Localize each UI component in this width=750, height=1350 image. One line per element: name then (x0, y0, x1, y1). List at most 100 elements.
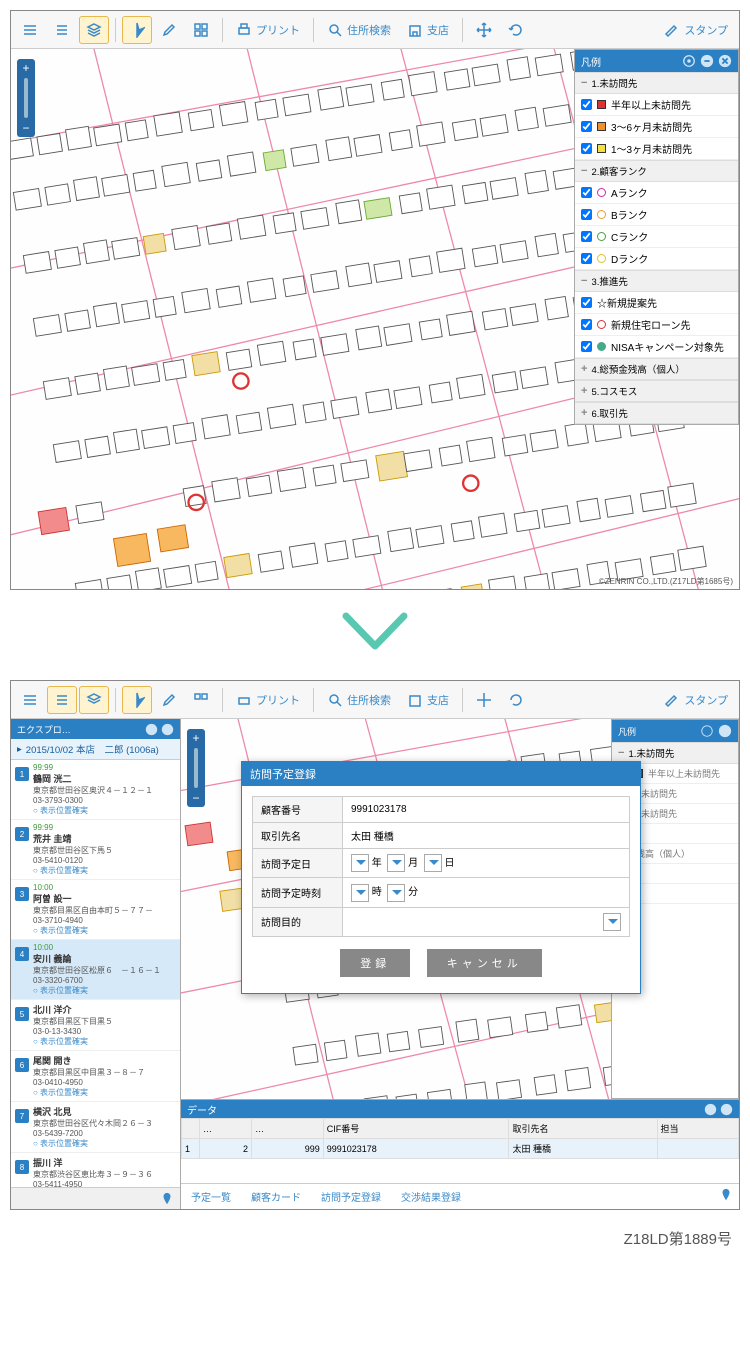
close-icon[interactable] (718, 54, 732, 68)
legend-check[interactable] (581, 143, 592, 154)
refresh-icon[interactable] (501, 686, 531, 714)
list-item[interactable]: 6尾関 開き東京都目黒区中目黒３－８－７03-0410-4950○ 表示位置確実 (11, 1051, 180, 1102)
layers-icon[interactable] (79, 16, 109, 44)
gear-icon[interactable] (682, 54, 696, 68)
legend-check[interactable] (581, 99, 592, 110)
address-search-button[interactable]: 住所検索 (320, 686, 398, 714)
legend-item[interactable]: Aランク (575, 182, 738, 204)
pencil-icon[interactable] (154, 16, 184, 44)
explorer-panel: エクスプロ… ▸ 2015/10/02 本店 二郎 (1006a) 199:99… (11, 719, 181, 1209)
legend-check[interactable] (581, 121, 592, 132)
cancel-button[interactable]: キャンセル (427, 949, 542, 977)
grid-icon[interactable] (186, 16, 216, 44)
refresh-icon[interactable] (501, 16, 531, 44)
minimize-icon[interactable] (704, 1103, 717, 1116)
grid-icon[interactable] (186, 686, 216, 714)
col-header[interactable]: CIF番号 (323, 1119, 509, 1139)
zoom-control[interactable]: + − (17, 59, 35, 137)
list-item[interactable]: 5北川 洋介東京都目黒区下目黒５03-0-13-3430○ 表示位置確実 (11, 1000, 180, 1051)
gear-icon[interactable] (700, 724, 714, 738)
col-header[interactable]: … (252, 1119, 324, 1139)
purpose-select[interactable] (603, 913, 621, 931)
zoom-in-icon[interactable]: + (22, 61, 29, 75)
legend-item[interactable]: Bランク (575, 204, 738, 226)
explorer-title: エクスプロ… (17, 723, 71, 736)
menu-icon[interactable] (15, 16, 45, 44)
legend-check[interactable] (581, 297, 592, 308)
list-item[interactable]: 299:99荒井 圭靖東京都世田谷区下馬５03-5410-0120○ 表示位置確… (11, 820, 180, 880)
legend-item[interactable]: NISAキャンペーン対象先 (575, 336, 738, 358)
location-icon[interactable] (122, 16, 152, 44)
minimize-icon[interactable] (700, 54, 714, 68)
move-icon[interactable] (469, 686, 499, 714)
pin-icon[interactable] (719, 1188, 733, 1202)
col-header[interactable]: … (200, 1119, 252, 1139)
list-item[interactable]: 410:00安川 義論東京都世田谷区松原６ －１６－１03-3320-6700○… (11, 940, 180, 1000)
month-select[interactable] (387, 854, 405, 872)
legend-item[interactable]: 半年以上未訪問先 (575, 94, 738, 116)
zoom-out-icon[interactable]: − (22, 121, 29, 135)
legend-item[interactable]: Dランク (575, 248, 738, 270)
zoom-slider[interactable] (194, 748, 198, 788)
minimize-icon[interactable] (145, 723, 158, 736)
list-item[interactable]: 7横沢 北見東京都世田谷区代々木岡２６－３03-5439-7200○ 表示位置確… (11, 1102, 180, 1153)
col-header[interactable]: 担当 (657, 1119, 738, 1139)
list-item[interactable]: 199:99鶴岡 洸二東京都世田谷区奥沢４－１２－１03-3793-0300○ … (11, 760, 180, 820)
toolbar: プリント 住所検索 支店 スタンプ (11, 11, 739, 49)
stamp-button[interactable]: スタンプ (657, 686, 735, 714)
print-button[interactable]: プリント (229, 16, 307, 44)
legend-item[interactable]: 新規住宅ローン先 (575, 314, 738, 336)
legend-section-4[interactable]: +4.総預金残高（個人） (575, 358, 738, 380)
legend-check[interactable] (581, 319, 592, 330)
legend-check[interactable] (581, 209, 592, 220)
tab-visit-register[interactable]: 訪問予定登録 (317, 1187, 385, 1206)
hour-select[interactable] (351, 884, 369, 902)
minute-select[interactable] (387, 884, 405, 902)
field-label: 訪問目的 (253, 907, 343, 936)
legend-item[interactable]: ☆新規提案先 (575, 292, 738, 314)
legend-section-6[interactable]: +6.取引先 (575, 402, 738, 424)
legend-item[interactable]: 3～6ヶ月未訪問先 (575, 116, 738, 138)
list-icon[interactable] (47, 686, 77, 714)
menu-icon[interactable] (15, 686, 45, 714)
zoom-in-icon[interactable]: + (192, 731, 199, 745)
layers-icon[interactable] (79, 686, 109, 714)
list-icon[interactable] (47, 16, 77, 44)
legend-check[interactable] (581, 341, 592, 352)
address-search-button[interactable]: 住所検索 (320, 16, 398, 44)
close-icon[interactable] (720, 1103, 733, 1116)
zoom-slider[interactable] (24, 78, 28, 118)
legend-check[interactable] (581, 231, 592, 242)
location-icon[interactable] (122, 686, 152, 714)
legend-section-3[interactable]: −3.推進先 (575, 270, 738, 292)
tab-negotiation-result[interactable]: 交渉結果登録 (397, 1187, 465, 1206)
legend-item[interactable]: 1～3ヶ月未訪問先 (575, 138, 738, 160)
close-icon[interactable] (161, 723, 174, 736)
year-select[interactable] (351, 854, 369, 872)
print-button[interactable]: プリント (229, 686, 307, 714)
day-select[interactable] (424, 854, 442, 872)
zoom-control[interactable]: + − (187, 729, 205, 807)
branch-button[interactable]: 支店 (400, 16, 456, 44)
explorer-route[interactable]: ▸ 2015/10/02 本店 二郎 (1006a) (11, 739, 180, 760)
table-row[interactable]: 1 2 999 9991023178 太田 種橋 (182, 1139, 739, 1159)
tab-customer-card[interactable]: 顧客カード (247, 1187, 305, 1206)
zoom-out-icon[interactable]: − (192, 791, 199, 805)
legend-section-1[interactable]: −1.未訪問先 (575, 72, 738, 94)
tab-schedule-list[interactable]: 予定一覧 (187, 1187, 235, 1206)
move-icon[interactable] (469, 16, 499, 44)
legend-section-5[interactable]: +5.コスモス (575, 380, 738, 402)
stamp-button[interactable]: スタンプ (657, 16, 735, 44)
pin-icon[interactable] (160, 1192, 174, 1206)
register-button[interactable]: 登録 (340, 949, 410, 977)
legend-check[interactable] (581, 187, 592, 198)
list-item[interactable]: 310:00阿曽 設一東京都目黒区自由本町５－７７－03-3710-4940○ … (11, 880, 180, 940)
close-icon[interactable] (718, 724, 732, 738)
explorer-list[interactable]: 199:99鶴岡 洸二東京都世田谷区奥沢４－１２－１03-3793-0300○ … (11, 760, 180, 1209)
legend-check[interactable] (581, 253, 592, 264)
pencil-icon[interactable] (154, 686, 184, 714)
branch-button[interactable]: 支店 (400, 686, 456, 714)
legend-section-2[interactable]: −2.顧客ランク (575, 160, 738, 182)
col-header[interactable]: 取引先名 (509, 1119, 657, 1139)
legend-item[interactable]: Cランク (575, 226, 738, 248)
